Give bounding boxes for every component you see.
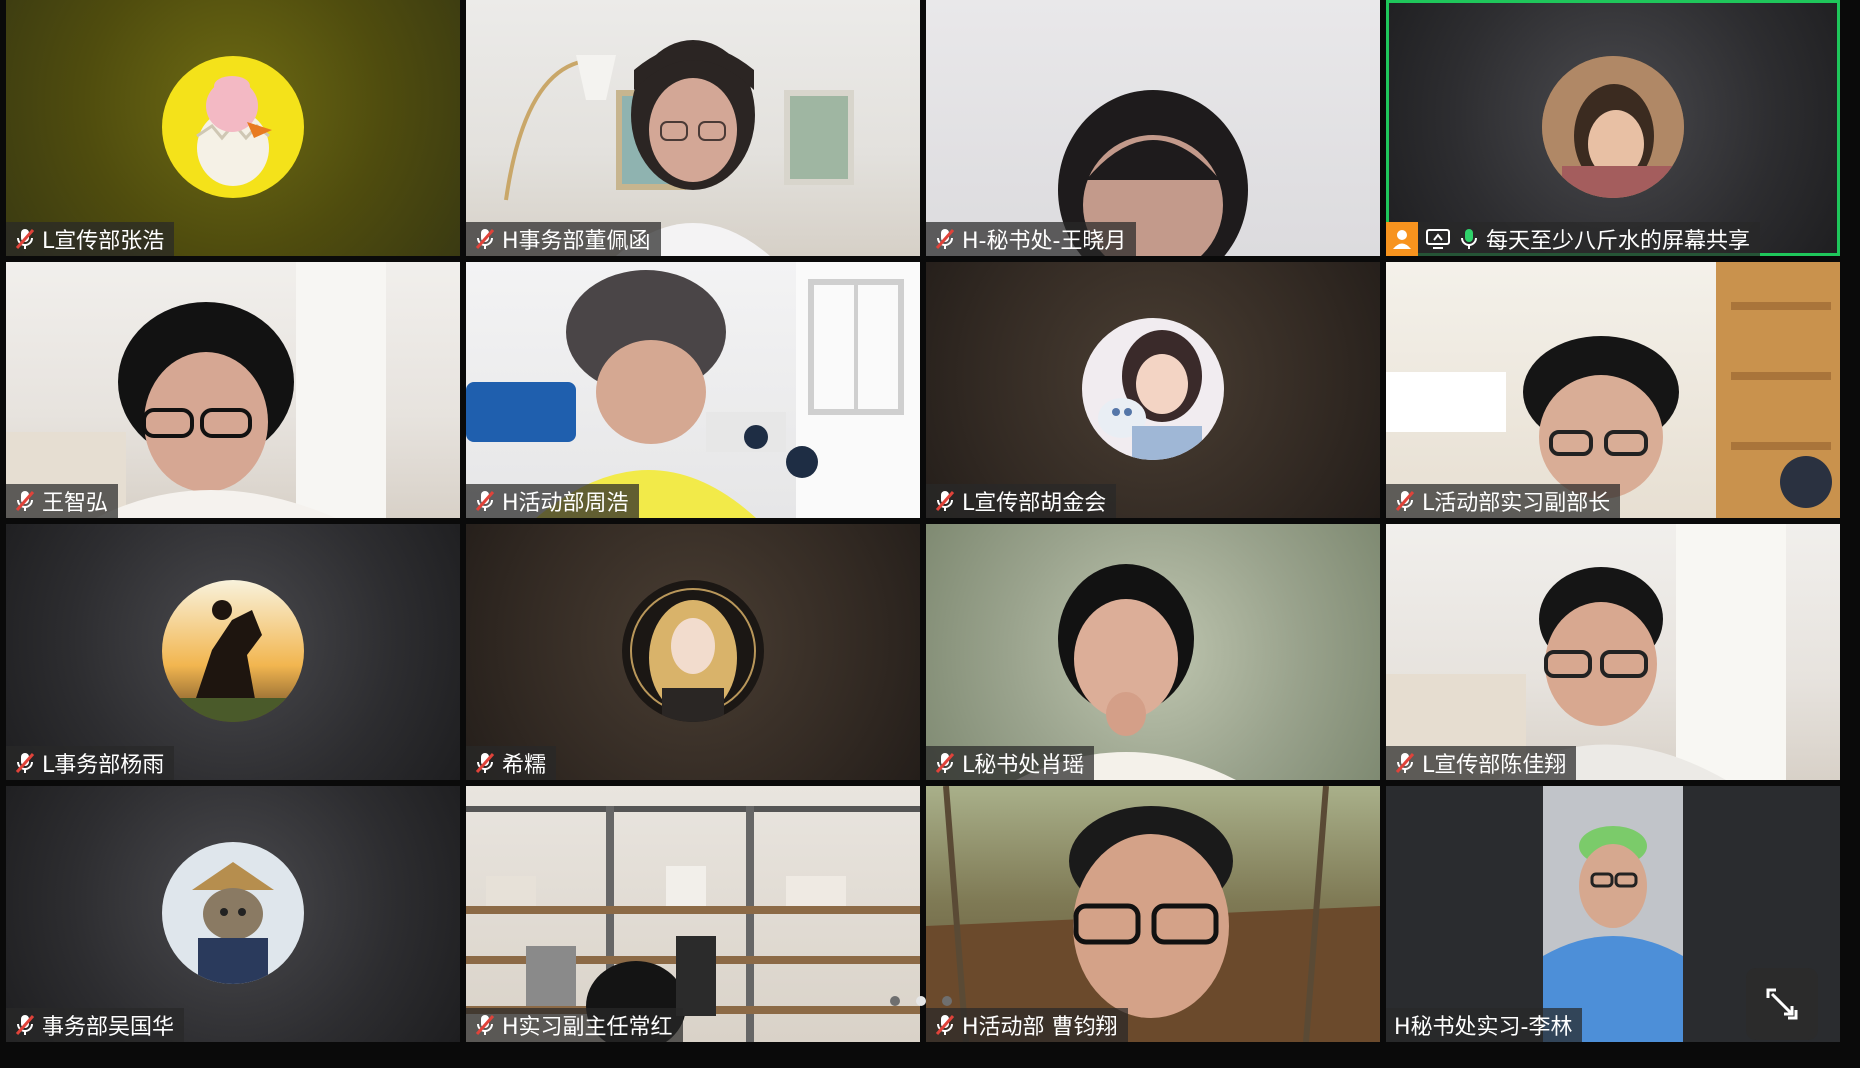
- video-feed: [6, 262, 386, 518]
- video-tile[interactable]: L宣传部陈佳翔: [1386, 524, 1840, 780]
- video-feed: [1386, 262, 1840, 518]
- page-dot[interactable]: [890, 996, 900, 1006]
- participant-name: H-秘书处-王晓月: [962, 229, 1127, 254]
- mic-muted-icon: [475, 229, 495, 249]
- participant-nameplate: H事务部董佩函: [466, 222, 661, 256]
- mic-muted-icon: [15, 753, 35, 773]
- video-tile[interactable]: 事务部吴国华: [6, 786, 460, 1042]
- screen-share-icon: [1422, 222, 1454, 256]
- mic-muted-icon: [15, 229, 35, 249]
- video-tile-active-speaker[interactable]: 每天至少八斤水的屏幕共享: [1386, 0, 1840, 256]
- video-tile[interactable]: H活动部 曹钧翔: [926, 786, 1380, 1042]
- video-tile[interactable]: 希糯: [466, 524, 920, 780]
- participant-nameplate: 王智弘: [6, 484, 119, 518]
- participant-nameplate: L宣传部胡金会: [926, 484, 1117, 518]
- participant-name: 王智弘: [42, 491, 109, 516]
- video-tile[interactable]: L宣传部胡金会: [926, 262, 1380, 518]
- participant-nameplate: H-秘书处-王晓月: [926, 222, 1137, 256]
- avatar: [162, 842, 304, 984]
- mic-muted-icon: [935, 1015, 955, 1035]
- participant-nameplate: L事务部杨雨: [6, 746, 175, 780]
- avatar: [622, 580, 764, 722]
- avatar: [162, 580, 304, 722]
- mic-muted-icon: [935, 229, 955, 249]
- host-icon: [1386, 222, 1418, 256]
- participant-name: L宣传部陈佳翔: [1422, 753, 1567, 778]
- video-tile[interactable]: L事务部杨雨: [6, 524, 460, 780]
- participant-nameplate: 每天至少八斤水的屏幕共享: [1386, 222, 1761, 256]
- participant-name: 希糯: [502, 753, 547, 778]
- participant-name: H秘书处实习-李林: [1394, 1015, 1573, 1040]
- participant-name: L秘书处肖瑶: [962, 753, 1085, 778]
- page-dot[interactable]: [942, 996, 952, 1006]
- participant-nameplate: H活动部 曹钧翔: [926, 1008, 1128, 1042]
- participant-nameplate: 希糯: [466, 746, 557, 780]
- video-feed: [466, 806, 920, 1042]
- participant-name: 事务部吴国华: [42, 1015, 175, 1040]
- participant-name: L事务部杨雨: [42, 753, 165, 778]
- video-tile[interactable]: H活动部周浩: [466, 262, 920, 518]
- video-tile[interactable]: 王智弘: [6, 262, 460, 518]
- video-feed: [466, 262, 920, 518]
- participant-nameplate: H实习副主任常红: [466, 1008, 683, 1042]
- mic-muted-icon: [1395, 753, 1415, 773]
- video-tile[interactable]: H-秘书处-王晓月: [926, 0, 1380, 256]
- participant-nameplate: L秘书处肖瑶: [926, 746, 1095, 780]
- video-feed: [1016, 564, 1236, 780]
- participant-name: 每天至少八斤水的屏幕共享: [1486, 229, 1751, 254]
- avatar: [162, 56, 304, 198]
- participant-name: H活动部周浩: [502, 491, 629, 516]
- video-feed: [504, 40, 854, 256]
- mic-muted-icon: [475, 491, 495, 511]
- mic-muted-icon: [15, 491, 35, 511]
- mic-muted-icon: [935, 491, 955, 511]
- video-tile[interactable]: L活动部实习副部长: [1386, 262, 1840, 518]
- video-tile[interactable]: H事务部董佩函: [466, 0, 920, 256]
- participant-nameplate: 事务部吴国华: [6, 1008, 185, 1042]
- participant-nameplate: L宣传部陈佳翔: [1386, 746, 1577, 780]
- page-dot-current[interactable]: [916, 996, 926, 1006]
- participant-nameplate: L活动部实习副部长: [1386, 484, 1621, 518]
- avatar: [1082, 318, 1224, 460]
- participant-name: L活动部实习副部长: [1422, 491, 1611, 516]
- video-tile[interactable]: L秘书处肖瑶: [926, 524, 1380, 780]
- mic-muted-icon: [15, 1015, 35, 1035]
- video-grid: L宣传部张浩 H事务部董佩函 H-秘书处-王晓月 每天至少八斤水的屏幕共享 王智…: [0, 0, 1860, 1068]
- mic-muted-icon: [475, 753, 495, 773]
- participant-nameplate: L宣传部张浩: [6, 222, 175, 256]
- participant-name: L宣传部张浩: [42, 229, 165, 254]
- exit-fullscreen-button[interactable]: [1746, 968, 1818, 1040]
- video-tile[interactable]: L宣传部张浩: [6, 0, 460, 256]
- avatar: [1542, 56, 1684, 198]
- video-feed: [926, 786, 1380, 1042]
- video-feed: [1386, 524, 1786, 780]
- mic-muted-icon: [1395, 491, 1415, 511]
- participant-nameplate: H活动部周浩: [466, 484, 639, 518]
- mic-muted-icon: [935, 753, 955, 773]
- exit-fullscreen-icon: [1766, 988, 1798, 1020]
- page-indicator[interactable]: [890, 996, 952, 1006]
- participant-name: H事务部董佩函: [502, 229, 651, 254]
- mic-on-icon: [1461, 229, 1477, 249]
- video-tile[interactable]: H实习副主任常红: [466, 786, 920, 1042]
- participant-name: L宣传部胡金会: [962, 491, 1107, 516]
- participant-nameplate: H秘书处实习-李林: [1386, 1008, 1583, 1042]
- participant-name: H活动部 曹钧翔: [962, 1015, 1118, 1040]
- participant-name: H实习副主任常红: [502, 1015, 673, 1040]
- mic-muted-icon: [475, 1015, 495, 1035]
- video-feed: [1058, 90, 1248, 256]
